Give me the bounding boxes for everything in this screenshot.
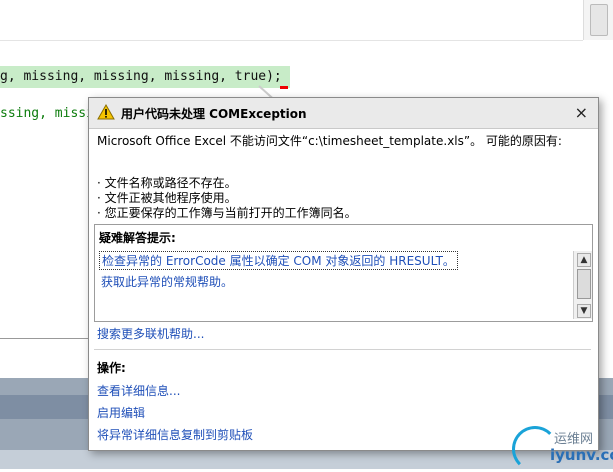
code-text-line1: g, missing, missing, missing, true); (0, 69, 282, 84)
watermark: 运维网 iyunv.com (512, 426, 613, 472)
watermark-text-url: iyunv.com (550, 446, 613, 464)
search-more-help-link[interactable]: 搜索更多联机帮助... (97, 325, 204, 342)
divider (94, 349, 591, 350)
tip-link-errorcode[interactable]: 检查异常的 ErrorCode 属性以确定 COM 对象返回的 HRESULT。 (99, 251, 458, 270)
editor-lower-pane (0, 338, 89, 379)
reasons-list: 文件名称或路径不存在。 文件正被其他程序使用。 您正要保存的工作簿与当前打开的工… (97, 176, 357, 221)
enable-editing-link[interactable]: 启用编辑 (97, 404, 145, 421)
scrollbar-thumb[interactable] (590, 4, 608, 36)
reason-item: 文件名称或路径不存在。 (97, 176, 357, 191)
close-button[interactable]: × (575, 103, 588, 122)
editor-scrollbar[interactable] (583, 0, 613, 40)
tip-link-general-help[interactable]: 获取此异常的常规帮助。 (101, 273, 233, 290)
tips-scrollbar[interactable]: ▲ ▼ (573, 251, 592, 319)
scroll-up-icon[interactable]: ▲ (577, 253, 591, 267)
exception-message: Microsoft Office Excel 不能访问文件“c:\timeshe… (97, 134, 562, 148)
tips-scrollbar-thumb[interactable] (577, 269, 591, 299)
code-text-line2: ssing, missi (0, 106, 94, 121)
copy-exception-link[interactable]: 将异常详细信息复制到剪贴板 (97, 426, 253, 443)
editor-top-area (0, 0, 583, 41)
tips-title: 疑难解答提示: (99, 231, 176, 245)
popup-title: 用户代码未处理 COMException (121, 107, 307, 121)
tips-list: 检查异常的 ErrorCode 属性以确定 COM 对象返回的 HRESULT。… (99, 251, 571, 317)
highlighted-code-line[interactable]: g, missing, missing, missing, true); (0, 66, 290, 88)
exception-assistant-popup: 用户代码未处理 COMException × Microsoft Office … (88, 97, 599, 451)
troubleshooting-tips-box: 疑难解答提示: 检查异常的 ErrorCode 属性以确定 COM 对象返回的 … (94, 224, 593, 322)
popup-header: 用户代码未处理 COMException × (89, 98, 598, 129)
reason-item: 您正要保存的工作簿与当前打开的工作簿同名。 (97, 206, 357, 221)
error-squiggle (280, 86, 288, 89)
view-details-link[interactable]: 查看详细信息... (97, 382, 180, 399)
scroll-down-icon[interactable]: ▼ (577, 304, 591, 318)
watermark-text-cn: 运维网 (554, 432, 594, 447)
actions-title: 操作: (97, 361, 126, 375)
reason-item: 文件正被其他程序使用。 (97, 191, 357, 206)
warning-icon (97, 104, 115, 120)
